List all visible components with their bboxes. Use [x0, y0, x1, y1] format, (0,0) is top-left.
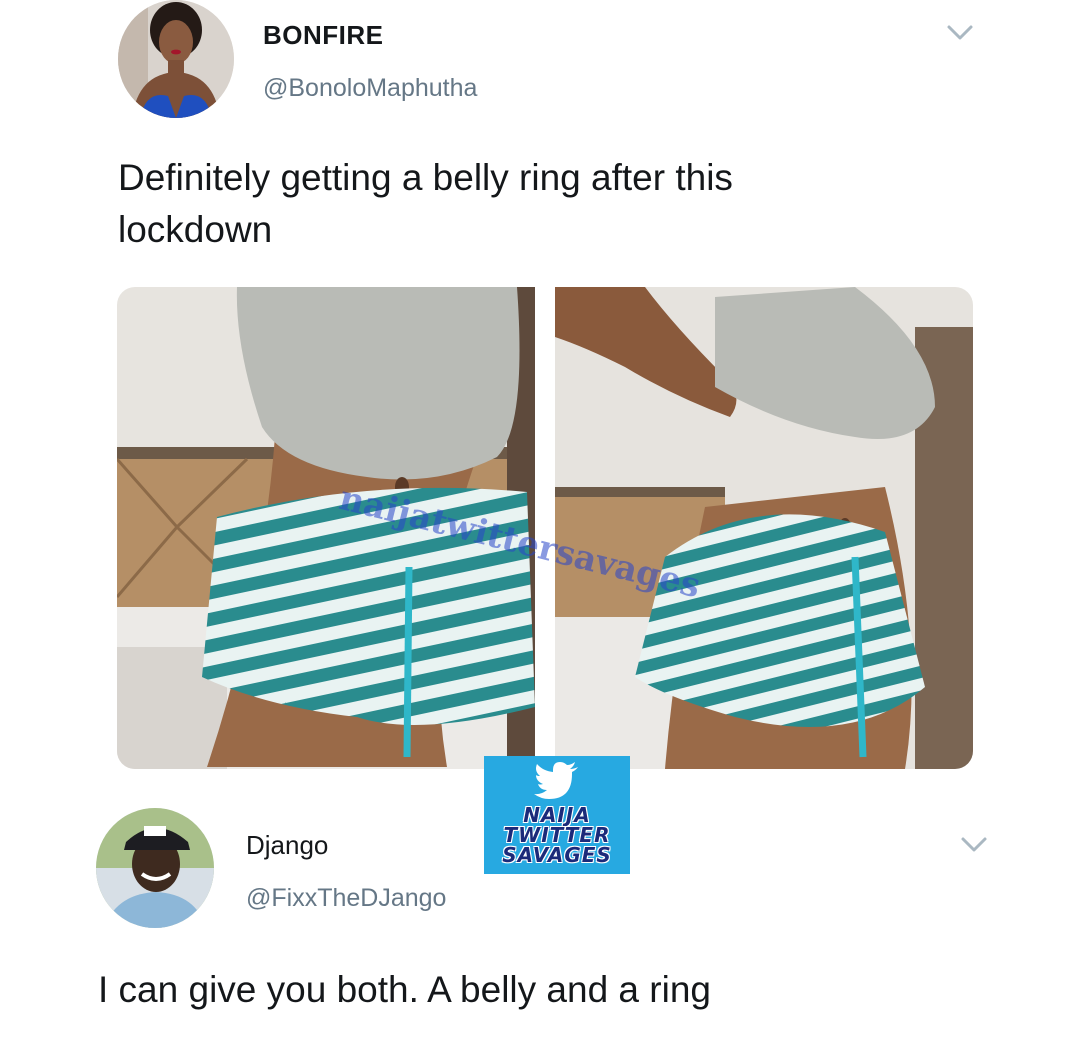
chevron-down-icon[interactable]: [946, 24, 974, 42]
avatar-image: [96, 808, 214, 928]
handle[interactable]: @FixxTheDJango: [246, 884, 446, 913]
bird-icon: [534, 762, 578, 799]
avatar-bonfire[interactable]: [118, 0, 234, 118]
avatar-image: [118, 0, 234, 118]
logo-line-3: SAVAGES: [502, 843, 612, 867]
tweet-text: I can give you both. A belly and a ring: [98, 969, 711, 1010]
logo-line-2: TWITTER: [503, 823, 611, 847]
naija-twitter-savages-logo: NAIJA TWITTER SAVAGES: [484, 756, 630, 874]
display-name[interactable]: Django: [246, 830, 328, 861]
avatar-django[interactable]: [96, 808, 214, 928]
tweet-photo-2[interactable]: [555, 287, 973, 769]
chevron-down-icon[interactable]: [960, 836, 988, 854]
logo-line-1: NAIJA: [523, 803, 591, 827]
display-name[interactable]: BONFIRE: [263, 20, 384, 51]
tweet-text: Definitely getting a belly ring after th…: [118, 157, 733, 250]
handle[interactable]: @BonoloMaphutha: [263, 74, 477, 103]
